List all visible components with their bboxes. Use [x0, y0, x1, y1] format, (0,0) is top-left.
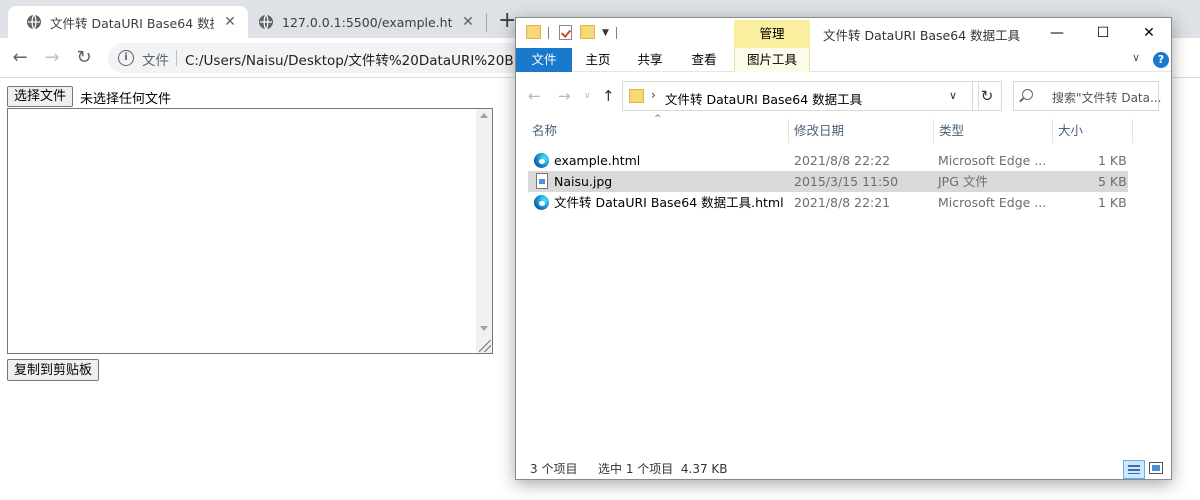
- item-count: 3 个项目: [530, 462, 578, 476]
- file-row-datauri-tool-html[interactable]: 文件转 DataURI Base64 数据工具.html 2021/8/8 22…: [528, 192, 1128, 213]
- back-arrow-icon[interactable]: ←: [528, 87, 541, 105]
- up-arrow-icon[interactable]: ↑: [602, 87, 615, 105]
- file-explorer-window: ▼ 管理 文件转 DataURI Base64 数据工具 — ☐ ✕ 文件 主页…: [515, 17, 1172, 480]
- globe-icon: [259, 14, 273, 30]
- details-view-icon[interactable]: [1123, 460, 1145, 479]
- expand-ribbon-icon[interactable]: ∨: [1132, 51, 1140, 64]
- file-row-naisu-jpg[interactable]: Naisu.jpg 2015/3/15 11:50 JPG 文件 5 KB: [528, 171, 1128, 192]
- file-date: 2021/8/8 22:21: [794, 195, 891, 210]
- resize-grip-icon[interactable]: [479, 340, 491, 352]
- column-divider[interactable]: [1132, 119, 1133, 143]
- close-window-icon[interactable]: ✕: [1126, 21, 1172, 45]
- file-date: 2015/3/15 11:50: [794, 174, 899, 189]
- tab-divider: [486, 14, 487, 32]
- file-size: 1 KB: [1098, 195, 1127, 210]
- file-row-example-html[interactable]: example.html 2021/8/8 22:22 Microsoft Ed…: [528, 150, 1128, 171]
- help-icon[interactable]: ?: [1153, 52, 1169, 68]
- new-folder-icon[interactable]: [580, 25, 595, 39]
- customize-quick-access-icon[interactable]: ▼: [602, 28, 609, 38]
- address-path[interactable]: 文件转 DataURI Base64 数据工具: [665, 89, 862, 108]
- tab-example-html[interactable]: 127.0.0.1:5500/example.html ✕: [240, 6, 486, 38]
- file-size: 5 KB: [1098, 174, 1127, 189]
- ribbon-tab-share[interactable]: 共享: [630, 48, 670, 72]
- explorer-search-input[interactable]: 搜索"文件转 Data...: [1013, 81, 1162, 111]
- ribbon-tab-picture-tools[interactable]: 图片工具: [734, 48, 810, 72]
- file-name: 文件转 DataURI Base64 数据工具.html: [554, 195, 784, 210]
- forward-arrow-icon[interactable]: →: [558, 87, 571, 105]
- large-icons-view-icon[interactable]: [1149, 462, 1163, 474]
- search-placeholder: 搜索"文件转 Data...: [1052, 91, 1162, 105]
- address-dropdown-icon[interactable]: ∨: [949, 89, 957, 102]
- file-name: example.html: [554, 153, 641, 168]
- maximize-icon[interactable]: ☐: [1080, 21, 1126, 45]
- search-icon: [1022, 89, 1033, 100]
- reload-icon[interactable]: ↻: [72, 46, 96, 70]
- folder-icon: [629, 89, 644, 103]
- textarea-scrollbar[interactable]: [476, 109, 492, 353]
- close-tab-icon[interactable]: ✕: [460, 14, 476, 30]
- ribbon-tab-view[interactable]: 查看: [684, 48, 724, 72]
- tab-title: 127.0.0.1:5500/example.html: [282, 14, 452, 30]
- copy-to-clipboard-button[interactable]: 复制到剪贴板: [7, 359, 100, 381]
- address-divider: [176, 50, 177, 66]
- file-type: Microsoft Edge ...: [938, 153, 1047, 168]
- minimize-icon[interactable]: —: [1034, 21, 1080, 45]
- file-status-text: 未选择任何文件: [80, 92, 172, 107]
- explorer-address-row: ← → ∨ ↑ › 文件转 DataURI Base64 数据工具 ∨ ↻ 搜索…: [516, 73, 1171, 117]
- tab-title: 文件转 DataURI Base64 数据工具: [50, 15, 214, 31]
- new-tab-button[interactable]: +: [498, 10, 516, 32]
- column-header-name[interactable]: 名称: [526, 117, 788, 145]
- breadcrumb-chevron-icon[interactable]: ›: [651, 88, 656, 102]
- properties-check-icon[interactable]: [559, 25, 572, 40]
- explorer-status-bar: 3 个项目 选中 1 个项目 4.37 KB: [516, 458, 1171, 480]
- back-arrow-icon[interactable]: ←: [8, 46, 32, 70]
- quick-access-divider: [548, 27, 549, 39]
- ribbon-tabs: 文件 主页 共享 查看 图片工具 ∨ ?: [516, 48, 1171, 72]
- edge-icon: [534, 153, 549, 168]
- column-header-type[interactable]: 类型: [933, 117, 1052, 145]
- file-name: Naisu.jpg: [554, 174, 613, 189]
- info-icon[interactable]: i: [118, 50, 134, 66]
- choose-file-button[interactable]: 选择文件: [7, 86, 74, 107]
- file-date: 2021/8/8 22:22: [794, 153, 891, 168]
- explorer-window-title: 文件转 DataURI Base64 数据工具: [823, 28, 1021, 43]
- file-type: Microsoft Edge ...: [938, 195, 1047, 210]
- file-size: 1 KB: [1098, 153, 1127, 168]
- selection-info: 选中 1 个项目 4.37 KB: [598, 462, 728, 476]
- globe-icon: [27, 14, 41, 30]
- explorer-title-bar: ▼ 管理 文件转 DataURI Base64 数据工具 — ☐ ✕: [516, 18, 1171, 48]
- refresh-icon[interactable]: ↻: [972, 81, 1002, 111]
- ribbon-tab-file[interactable]: 文件: [516, 48, 572, 72]
- tab-datauri-tool[interactable]: 文件转 DataURI Base64 数据工具 ✕: [8, 6, 248, 38]
- close-tab-icon[interactable]: ✕: [222, 14, 238, 30]
- column-header-size[interactable]: 大小: [1052, 117, 1132, 145]
- ribbon-tab-home[interactable]: 主页: [578, 48, 618, 72]
- file-type: JPG 文件: [938, 174, 988, 189]
- output-textarea[interactable]: [7, 108, 493, 354]
- scheme-label: 文件: [142, 53, 169, 69]
- folder-icon: [526, 25, 541, 39]
- url-text[interactable]: C:/Users/Naisu/Desktop/文件转%20DataURI%20B: [185, 49, 514, 69]
- quick-access-divider: [616, 27, 617, 39]
- manage-context-tab[interactable]: 管理: [734, 20, 810, 48]
- scroll-up-icon[interactable]: [480, 113, 488, 118]
- column-header-date[interactable]: 修改日期: [788, 117, 933, 145]
- jpg-file-icon: [536, 173, 548, 189]
- edge-icon: [534, 195, 549, 210]
- scroll-down-icon[interactable]: [480, 326, 488, 331]
- column-headers: ^ 名称 修改日期 类型 大小: [526, 114, 1146, 145]
- recent-locations-icon[interactable]: ∨: [584, 91, 591, 101]
- forward-arrow-icon[interactable]: →: [40, 46, 64, 70]
- explorer-address-bar[interactable]: › 文件转 DataURI Base64 数据工具 ∨: [622, 81, 979, 111]
